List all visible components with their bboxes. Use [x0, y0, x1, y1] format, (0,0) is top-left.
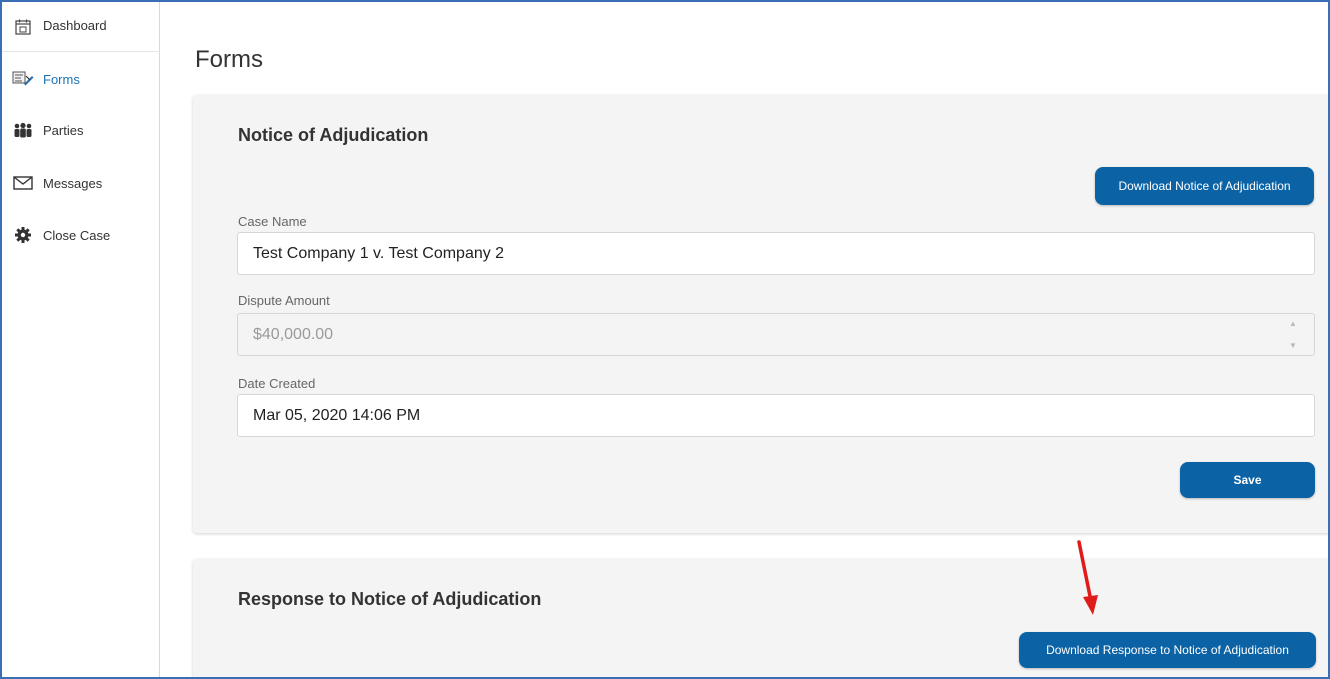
- sidebar-item-label: Parties: [43, 122, 84, 138]
- sidebar-item-label: Forms: [43, 71, 80, 87]
- sidebar-item-dashboard[interactable]: Dashboard: [2, 2, 160, 52]
- spinner-up-icon: ▲: [1289, 319, 1297, 328]
- response-to-notice-card: Response to Notice of Adjudication Downl…: [193, 559, 1328, 677]
- sidebar-item-close-case[interactable]: Close Case: [2, 212, 160, 258]
- gear-icon: [12, 226, 34, 244]
- sidebar-item-parties[interactable]: Parties: [2, 107, 160, 153]
- people-icon: [12, 121, 34, 139]
- calendar-icon: [12, 18, 34, 36]
- dispute-amount-label: Dispute Amount: [238, 293, 330, 308]
- app-frame: Dashboard Forms Parties Messages Close C: [0, 0, 1330, 679]
- card-title: Response to Notice of Adjudication: [238, 589, 542, 609]
- annotation-arrow-icon: [1077, 540, 1098, 615]
- sidebar-item-messages[interactable]: Messages: [2, 160, 160, 206]
- save-button[interactable]: Save: [1180, 462, 1315, 498]
- card-title: Notice of Adjudication: [238, 125, 429, 145]
- download-notice-button[interactable]: Download Notice of Adjudication: [1095, 167, 1314, 205]
- sidebar-item-label: Dashboard: [43, 18, 107, 33]
- date-created-field[interactable]: Mar 05, 2020 14:06 PM: [237, 394, 1315, 437]
- download-response-button[interactable]: Download Response to Notice of Adjudicat…: [1019, 632, 1316, 668]
- spinner-down-icon: ▼: [1289, 341, 1297, 350]
- case-name-field[interactable]: Test Company 1 v. Test Company 2: [237, 232, 1315, 275]
- page-title: Forms: [195, 46, 263, 73]
- sidebar: Dashboard Forms Parties Messages Close C: [2, 2, 160, 677]
- sidebar-item-label: Close Case: [43, 227, 111, 243]
- number-spinner: ▲ ▼: [1288, 320, 1298, 350]
- dispute-amount-value: $40,000.00: [253, 325, 334, 343]
- dispute-amount-field: $40,000.00 ▲ ▼: [237, 313, 1315, 356]
- sidebar-item-forms[interactable]: Forms: [2, 56, 160, 102]
- sidebar-item-label: Messages: [43, 175, 103, 191]
- forms-icon: [12, 70, 34, 88]
- case-name-label: Case Name: [238, 214, 307, 229]
- envelope-icon: [12, 174, 34, 192]
- date-created-label: Date Created: [238, 376, 316, 391]
- notice-of-adjudication-card: Notice of Adjudication Download Notice o…: [193, 95, 1328, 533]
